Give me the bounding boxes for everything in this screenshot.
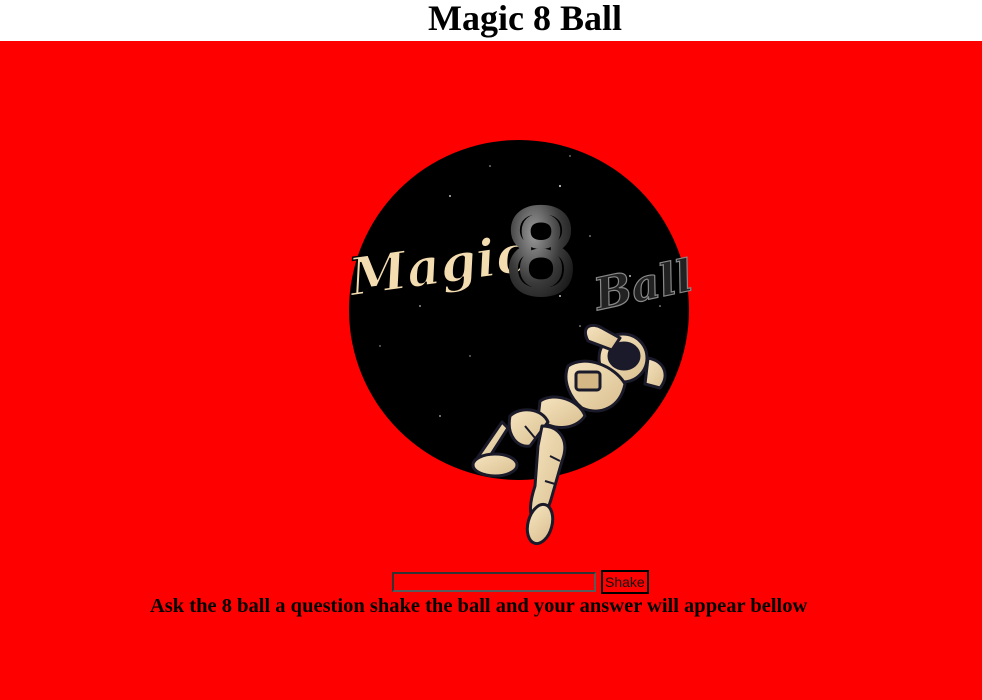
instructions-text: Ask the 8 ball a question shake the ball… — [150, 595, 808, 617]
logo-numeral-8: 8 — [506, 189, 576, 317]
main-stage: Magic 8 Ball Shake Ask the 8 ball a ques… — [0, 41, 982, 700]
shake-button[interactable]: Shake — [601, 570, 649, 594]
question-input[interactable] — [392, 572, 596, 592]
magic-8-ball-image: Magic 8 Ball — [343, 140, 698, 546]
page-title: Magic 8 Ball — [34, 0, 982, 41]
question-form: Shake — [392, 570, 649, 594]
